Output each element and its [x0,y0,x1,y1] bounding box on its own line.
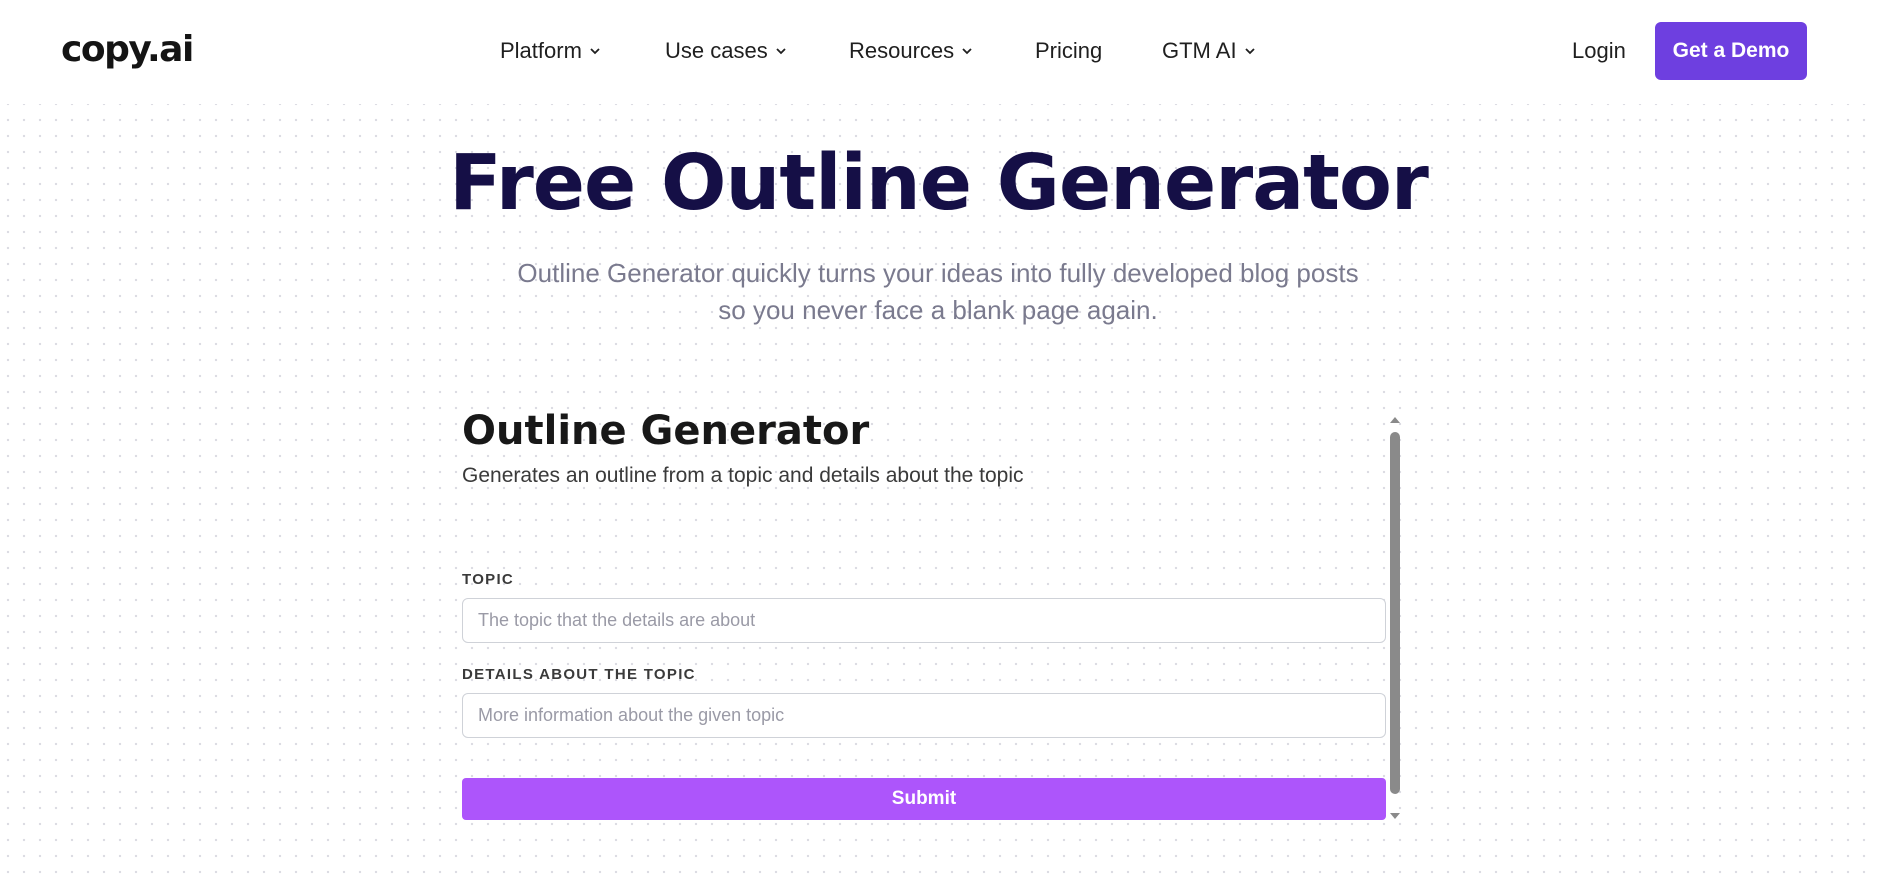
subtitle-line-2: so you never face a blank page again. [718,295,1158,325]
nav-platform[interactable]: Platform [500,34,601,68]
topic-input[interactable] [462,598,1386,643]
top-navbar: copy.ai Platform Use cases Resources Pri… [0,0,1877,104]
login-link[interactable]: Login [1572,34,1626,68]
tool-description: Generates an outline from a topic and de… [462,464,1024,487]
chevron-down-icon [961,45,973,57]
nav-gtm-ai-label: GTM AI [1162,38,1237,63]
page-title: Free Outline Generator [449,139,1429,228]
chevron-down-icon [1244,45,1256,57]
nav-use-cases-label: Use cases [665,38,768,63]
outline-generator-tool: Outline Generator Generates an outline f… [462,400,1402,830]
nav-platform-label: Platform [500,38,582,63]
chevron-down-icon [589,45,601,57]
tool-scrollbar[interactable] [1388,412,1402,819]
subtitle-line-1: Outline Generator quickly turns your ide… [517,258,1359,288]
topic-label: TOPIC [462,571,515,588]
scroll-down-arrow-icon[interactable] [1389,808,1401,819]
submit-button[interactable]: Submit [462,778,1386,820]
page-subtitle: Outline Generator quickly turns your ide… [488,255,1388,329]
nav-use-cases[interactable]: Use cases [665,34,787,68]
nav-gtm-ai[interactable]: GTM AI [1162,34,1256,68]
scrollbar-thumb[interactable] [1390,432,1400,794]
nav-resources[interactable]: Resources [849,34,973,68]
scroll-up-arrow-icon[interactable] [1389,412,1401,423]
get-a-demo-button[interactable]: Get a Demo [1655,22,1807,80]
details-label: DETAILS ABOUT THE TOPIC [462,666,696,683]
details-input[interactable] [462,693,1386,738]
nav-pricing[interactable]: Pricing [1035,34,1102,68]
chevron-down-icon [775,45,787,57]
nav-resources-label: Resources [849,38,955,63]
nav-pricing-label: Pricing [1035,38,1103,63]
tool-title: Outline Generator [462,408,870,454]
